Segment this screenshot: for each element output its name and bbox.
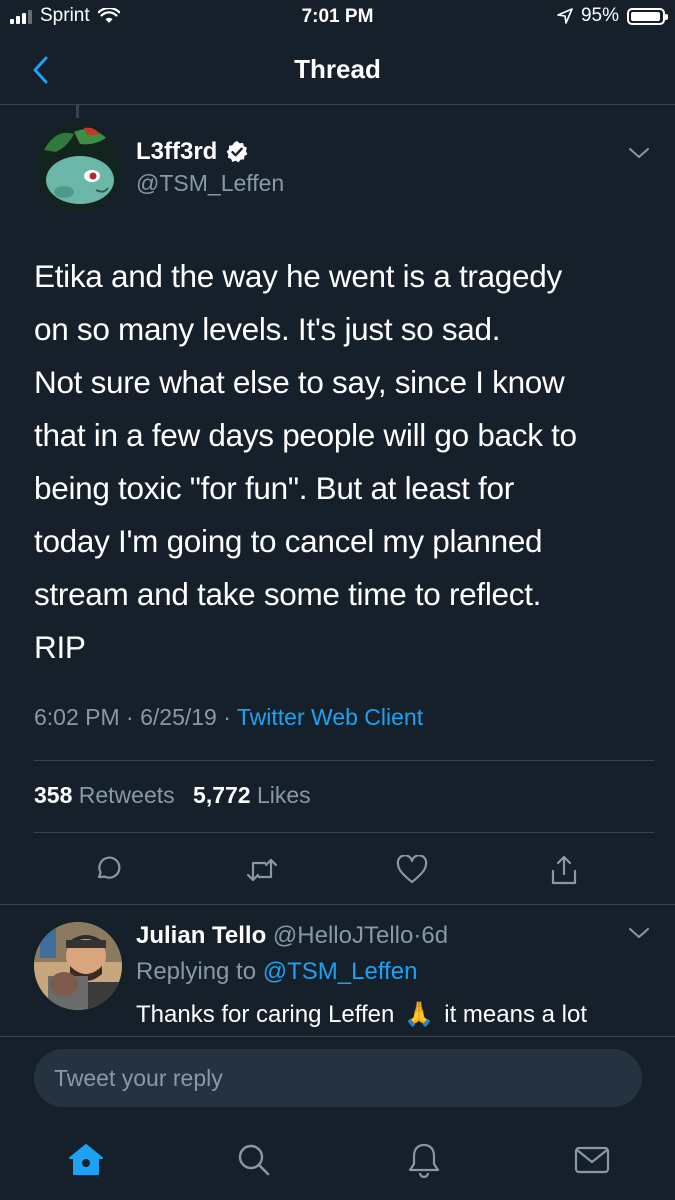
likes-count: 5,772	[193, 782, 251, 808]
like-button[interactable]	[390, 848, 434, 892]
tweet-text: Etika and the way he went is a tragedy o…	[34, 250, 644, 674]
retweets-label: Retweets	[78, 782, 175, 808]
tweet-stats: 358 Retweets 5,772 Likes	[34, 782, 323, 809]
chevron-down-icon	[629, 928, 649, 938]
chevron-down-icon	[629, 148, 649, 158]
reply-text: Thanks for caring Leffen 🙏 it means a lo…	[136, 1000, 587, 1029]
battery-percent: 95%	[580, 5, 619, 26]
praying-hands-emoji: 🙏	[404, 1001, 435, 1028]
share-button[interactable]	[542, 848, 586, 892]
author-display-name: L3ff3rd	[136, 138, 218, 165]
divider	[34, 760, 654, 761]
tweet-actions	[0, 848, 675, 892]
tweet-text-line: that in a few days people will go back t…	[34, 417, 577, 453]
reply-text-before: Thanks for caring Leffen	[136, 1000, 395, 1028]
retweet-icon	[246, 858, 278, 882]
tweet-source-link[interactable]: Twitter Web Client	[237, 704, 423, 730]
bottom-tab-bar	[0, 1118, 675, 1200]
status-bar: Sprint 7:01 PM 95%	[0, 0, 675, 36]
tab-home[interactable]	[64, 1138, 108, 1182]
avatar-image	[34, 922, 122, 1010]
author-handle[interactable]: @TSM_Leffen	[136, 170, 284, 197]
avatar[interactable]	[34, 124, 122, 212]
meta-separator: ·	[223, 704, 231, 730]
verified-badge-icon	[226, 141, 248, 163]
tweet-text-line: today I'm going to cancel my planned	[34, 523, 543, 559]
tweet-header: L3ff3rd @TSM_Leffen	[34, 124, 654, 216]
tweet-text-line: stream and take some time to reflect.	[34, 576, 542, 612]
replying-to-row: Replying to @TSM_Leffen	[136, 958, 417, 986]
reply-icon	[97, 856, 121, 879]
share-icon	[551, 855, 577, 885]
reply-button[interactable]	[86, 848, 130, 892]
retweets-count: 358	[34, 782, 73, 808]
page-title: Thread	[294, 54, 381, 84]
tweet-text-line: Not sure what else to say, since I know	[34, 364, 565, 400]
reply-composer	[0, 1036, 675, 1119]
tab-notifications[interactable]	[402, 1138, 446, 1182]
tweet-text-line: being toxic "for fun". But at least for	[34, 470, 514, 506]
likes-label: Likes	[256, 782, 311, 808]
author-name-row[interactable]: L3ff3rd	[136, 138, 249, 166]
reply-handle[interactable]: @HelloJTello	[273, 922, 413, 949]
meta-separator: ·	[126, 704, 134, 730]
avatar-image	[34, 124, 122, 212]
reply-input[interactable]	[34, 1049, 642, 1107]
retweet-button[interactable]	[240, 848, 284, 892]
battery-icon	[627, 7, 668, 25]
heart-icon	[396, 855, 428, 884]
thread-connector-line	[76, 104, 79, 118]
reply-options-button[interactable]	[628, 926, 650, 945]
likes-stat[interactable]: 5,772 Likes	[193, 782, 311, 808]
reply-display-name[interactable]: Julian Tello	[136, 922, 266, 949]
messages-icon	[574, 1146, 610, 1174]
reply-text-after: it means a lot	[444, 1000, 587, 1028]
tweet-text-line: on so many levels. It's just so sad.	[34, 311, 501, 347]
tab-search[interactable]	[232, 1138, 276, 1182]
tab-messages[interactable]	[570, 1138, 614, 1182]
divider	[34, 832, 654, 833]
tweet-text-line: RIP	[34, 629, 86, 665]
home-icon	[69, 1144, 103, 1175]
search-icon	[238, 1144, 270, 1176]
avatar[interactable]	[34, 922, 122, 1010]
tweet-options-button[interactable]	[628, 146, 650, 165]
twitter-thread-screen: Sprint 7:01 PM 95% Thread L3ff3rd @TSM_L…	[0, 0, 675, 1200]
status-right: 95%	[557, 5, 668, 27]
reply-tweet[interactable]: Julian Tello @HelloJTello·6d Replying to…	[34, 922, 654, 1034]
section-divider	[0, 904, 675, 905]
retweets-stat[interactable]: 358 Retweets	[34, 782, 181, 808]
location-arrow-icon	[557, 8, 573, 24]
tweet-meta: 6:02 PM · 6/25/19 · Twitter Web Client	[34, 704, 423, 731]
notifications-icon	[408, 1143, 440, 1178]
tweet-date: 6/25/19	[140, 704, 217, 730]
nav-bar: Thread	[0, 36, 675, 105]
tweet-time: 6:02 PM	[34, 704, 120, 730]
tweet-text-line: Etika and the way he went is a tragedy	[34, 258, 562, 294]
reply-age: 6d	[421, 922, 449, 949]
replying-to-label: Replying to	[136, 958, 257, 985]
reply-author-row: Julian Tello @HelloJTello·6d	[136, 922, 448, 950]
replying-to-mention[interactable]: @TSM_Leffen	[263, 958, 418, 985]
